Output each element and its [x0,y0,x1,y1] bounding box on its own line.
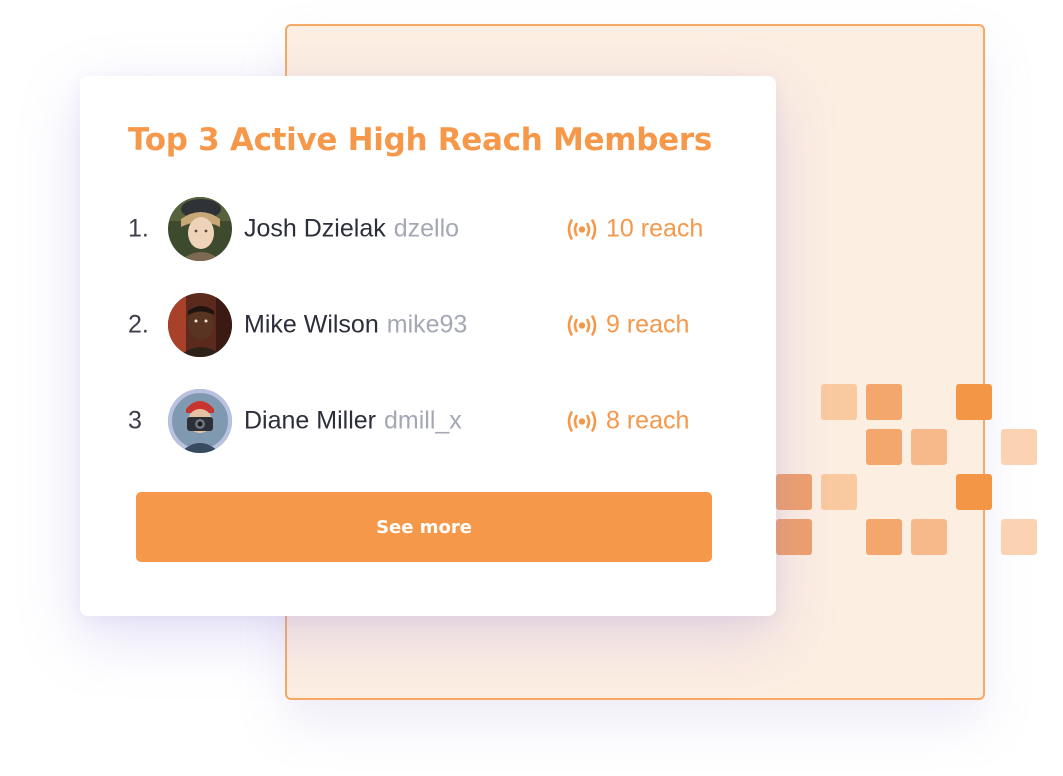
member-name[interactable]: Diane Miller dmill_x [244,407,462,436]
member-rank: 2. [128,310,149,339]
decor-square [911,519,947,555]
decor-square [866,384,902,420]
member-handle: mike93 [386,310,468,339]
member-row[interactable]: 2. Mike Wilson mike93 9 reach [128,292,728,358]
broadcast-icon [566,410,598,432]
decor-square [866,429,902,465]
decor-square [1001,429,1037,465]
reach-value: 8 reach [606,406,690,435]
avatar[interactable] [168,389,232,453]
broadcast-icon [566,314,598,336]
member-display-name: Josh Dzielak [244,214,386,243]
member-rank: 3 [128,406,142,435]
decor-square [776,474,812,510]
member-row[interactable]: 3 Diane Miller dmill_x 8 reach [128,388,728,454]
card-title: Top 3 Active High Reach Members [128,122,713,158]
member-handle: dzello [393,214,460,243]
member-display-name: Mike Wilson [244,310,379,339]
top-members-card: Top 3 Active High Reach Members 1. Josh … [80,76,776,616]
avatar[interactable] [168,293,232,357]
broadcast-icon [566,218,598,240]
member-reach: 8 reach [566,407,689,436]
avatar-photo [168,389,232,453]
decor-square [911,429,947,465]
member-name[interactable]: Mike Wilson mike93 [244,311,467,340]
decor-square [1001,519,1037,555]
member-name[interactable]: Josh Dzielak dzello [244,215,459,244]
decor-square [956,474,992,510]
member-rank: 1. [128,214,149,243]
reach-value: 9 reach [606,310,690,339]
decor-square [821,474,857,510]
avatar-photo [168,293,232,357]
member-reach: 9 reach [566,311,689,340]
member-reach: 10 reach [566,215,703,244]
member-handle: dmill_x [383,406,462,435]
avatar[interactable] [168,197,232,261]
decor-square [821,384,857,420]
reach-value: 10 reach [606,214,704,243]
see-more-button[interactable]: See more [136,492,712,562]
member-display-name: Diane Miller [244,406,376,435]
avatar-photo [168,197,232,261]
member-row[interactable]: 1. Josh Dzielak dzello 10 reach [128,196,728,262]
decor-square [776,519,812,555]
decor-square [866,519,902,555]
decor-square [956,384,992,420]
widget-scene: Top 3 Active High Reach Members 1. Josh … [0,0,1063,776]
